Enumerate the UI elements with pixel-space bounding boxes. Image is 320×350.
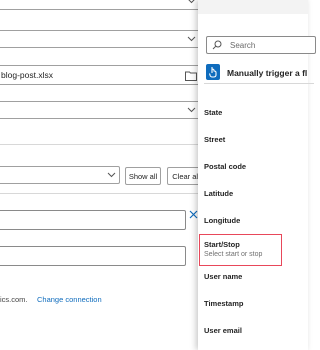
divider — [0, 193, 200, 194]
field-latitude[interactable]: Latitude — [204, 189, 233, 198]
text-input-1[interactable] — [0, 210, 186, 230]
chevron-down-icon — [186, 104, 196, 116]
dynamic-content-panel: Search Manually trigger a fl State Stree… — [198, 0, 316, 350]
field-state[interactable]: State — [204, 108, 222, 117]
search-icon — [212, 40, 222, 50]
manual-trigger-icon — [206, 64, 220, 80]
filter-dropdown[interactable] — [0, 166, 120, 184]
field-user-email[interactable]: User email — [204, 326, 242, 335]
field-timestamp[interactable]: Timestamp — [204, 299, 243, 308]
chevron-down-icon — [106, 169, 116, 181]
dropdown-field-3[interactable] — [0, 101, 200, 119]
chevron-down-icon — [186, 0, 196, 7]
change-connection-link[interactable]: Change connection — [37, 295, 102, 304]
file-name-value: blog-post.xlsx — [1, 70, 53, 80]
search-placeholder: Search — [230, 41, 256, 50]
folder-icon[interactable] — [185, 70, 197, 81]
divider — [0, 144, 200, 145]
search-input[interactable]: Search — [206, 36, 316, 54]
field-user-name[interactable]: User name — [204, 272, 242, 281]
top-dropdown[interactable] — [0, 0, 200, 10]
field-longitude[interactable]: Longitude — [204, 216, 240, 225]
close-icon[interactable] — [189, 210, 198, 219]
divider — [204, 83, 314, 84]
trigger-section-title: Manually trigger a fl — [227, 68, 308, 78]
field-start-stop-description: Select start or stop — [204, 251, 263, 258]
text-input-2[interactable] — [0, 246, 186, 266]
field-start-stop[interactable]: Start/Stop — [204, 240, 240, 249]
panel-header-strip — [198, 0, 308, 14]
field-postal-code[interactable]: Postal code — [204, 162, 246, 171]
file-picker-field[interactable]: blog-post.xlsx — [0, 65, 202, 85]
highlight-box — [199, 234, 282, 266]
field-street[interactable]: Street — [204, 135, 225, 144]
dropdown-field-2[interactable] — [0, 30, 200, 48]
chevron-down-icon — [186, 33, 196, 45]
connection-text: ics.com. — [0, 295, 28, 304]
show-all-button[interactable]: Show all — [125, 167, 161, 185]
